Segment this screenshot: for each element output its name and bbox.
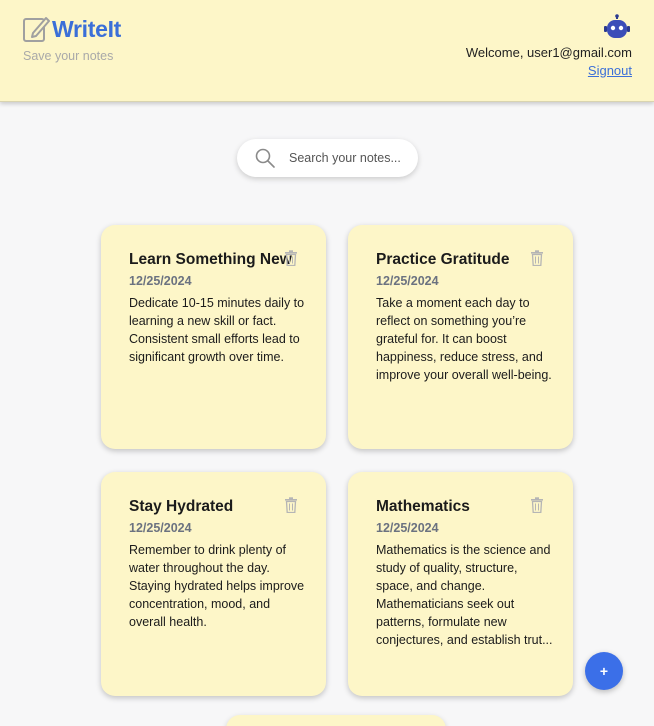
trash-icon[interactable] bbox=[284, 250, 298, 266]
note-title: Practice Gratitude bbox=[376, 251, 510, 268]
note-body: Mathematics is the science and study of … bbox=[376, 543, 553, 647]
note-date: 12/25/2024 bbox=[129, 521, 192, 535]
note-body: Dedicate 10-15 minutes daily to learning… bbox=[129, 296, 305, 364]
note-date: 12/25/2024 bbox=[129, 274, 192, 288]
welcome-text: Welcome, user1@gmail.com bbox=[465, 45, 632, 60]
trash-icon[interactable] bbox=[284, 497, 298, 513]
note-title: Stay Hydrated bbox=[129, 498, 234, 515]
tagline: Save your notes bbox=[23, 49, 114, 63]
search-bar[interactable] bbox=[237, 139, 418, 177]
edit-note-icon bbox=[23, 17, 50, 42]
note-title: Mathematics bbox=[376, 498, 470, 515]
note-date: 12/25/2024 bbox=[376, 274, 439, 288]
search-input[interactable] bbox=[289, 151, 409, 165]
note-body: Remember to drink plenty of water throug… bbox=[129, 543, 305, 629]
note-card[interactable]: Stay Hydrated 12/25/2024 Remember to dri… bbox=[101, 472, 326, 696]
brand-title: WriteIt bbox=[52, 15, 122, 42]
note-title: Learn Something New bbox=[129, 251, 292, 268]
signout-link[interactable]: Signout bbox=[588, 63, 632, 78]
note-card-partial[interactable] bbox=[226, 715, 446, 726]
trash-icon[interactable] bbox=[530, 497, 544, 513]
app-header: WriteIt Save your notes Welcome, user1@g… bbox=[0, 0, 654, 102]
search-icon bbox=[255, 148, 275, 168]
note-card[interactable]: Learn Something New 12/25/2024 Dedicate … bbox=[101, 225, 326, 449]
note-card[interactable]: Mathematics 12/25/2024 Mathematics is th… bbox=[348, 472, 573, 696]
note-card[interactable]: Practice Gratitude 12/25/2024 Take a mom… bbox=[348, 225, 573, 449]
brand[interactable]: WriteIt bbox=[22, 14, 121, 44]
robot-avatar-icon[interactable] bbox=[603, 14, 631, 42]
note-body: Take a moment each day to reflect on som… bbox=[376, 296, 552, 382]
note-date: 12/25/2024 bbox=[376, 521, 439, 535]
trash-icon[interactable] bbox=[530, 250, 544, 266]
add-note-button[interactable]: + bbox=[585, 652, 623, 690]
